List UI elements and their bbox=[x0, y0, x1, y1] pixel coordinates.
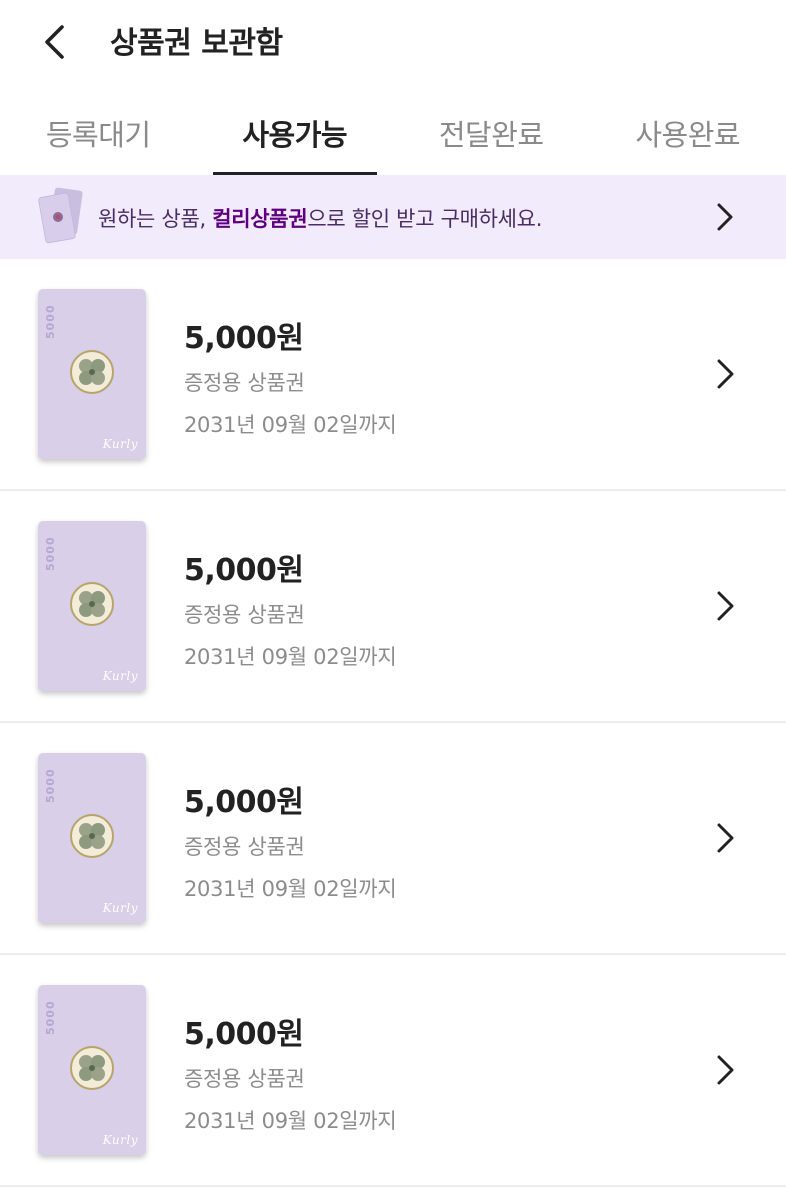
voucher-amount: 5,000원 bbox=[184, 553, 304, 588]
voucher-item[interactable]: 5000 Kurly 5,000원 증정용 상품권 2031년 09월 02일까… bbox=[0, 491, 786, 723]
promo-banner[interactable]: 원하는 상품, 컬리상품권으로 할인 받고 구매하세요. bbox=[0, 175, 786, 259]
tab-transferred[interactable]: 전달완료 bbox=[393, 98, 590, 175]
clover-emblem-icon bbox=[70, 1046, 114, 1090]
card-brand-logo: Kurly bbox=[102, 437, 138, 451]
chevron-right-icon bbox=[717, 203, 733, 231]
voucher-type: 증정용 상품권 bbox=[184, 1067, 305, 1091]
tab-bar: 등록대기 사용가능 전달완료 사용완료 bbox=[0, 98, 786, 175]
card-value-text: 5000 bbox=[44, 768, 57, 803]
voucher-storage-screen: 상품권 보관함 등록대기 사용가능 전달완료 사용완료 원하는 상품, 컬리상품… bbox=[0, 0, 786, 1200]
voucher-card-image: 5000 Kurly bbox=[38, 289, 146, 459]
promo-text-after: 으로 할인 받고 구매하세요. bbox=[307, 207, 543, 231]
voucher-item[interactable]: 5000 Kurly 5,000원 증정용 상품권 2031년 09월 02일까… bbox=[0, 723, 786, 955]
clover-emblem-icon bbox=[70, 582, 114, 626]
tab-available[interactable]: 사용가능 bbox=[197, 98, 394, 175]
promo-text: 원하는 상품, 컬리상품권으로 할인 받고 구매하세요. bbox=[98, 203, 542, 233]
voucher-amount: 5,000원 bbox=[184, 321, 304, 356]
voucher-type: 증정용 상품권 bbox=[184, 371, 305, 395]
chevron-right-icon bbox=[717, 1055, 734, 1085]
voucher-type: 증정용 상품권 bbox=[184, 835, 305, 859]
card-brand-logo: Kurly bbox=[102, 669, 138, 683]
voucher-card-image: 5000 Kurly bbox=[38, 521, 146, 691]
card-value-text: 5000 bbox=[44, 536, 57, 571]
tab-pending[interactable]: 등록대기 bbox=[0, 98, 197, 175]
back-button[interactable] bbox=[30, 20, 80, 64]
voucher-amount: 5,000원 bbox=[184, 785, 304, 820]
chevron-left-icon bbox=[45, 25, 64, 59]
voucher-item[interactable]: 5000 Kurly 5,000원 증정용 상품권 2031년 09월 02일까… bbox=[0, 259, 786, 491]
voucher-list: 5000 Kurly 5,000원 증정용 상품권 2031년 09월 02일까… bbox=[0, 259, 786, 1187]
page-title: 상품권 보관함 bbox=[110, 26, 283, 61]
voucher-card-image: 5000 Kurly bbox=[38, 985, 146, 1155]
voucher-card-image: 5000 Kurly bbox=[38, 753, 146, 923]
chevron-right-icon bbox=[717, 823, 734, 853]
card-value-text: 5000 bbox=[44, 304, 57, 339]
voucher-expiry: 2031년 09월 02일까지 bbox=[184, 645, 397, 669]
promo-text-before: 원하는 상품, bbox=[98, 207, 213, 231]
voucher-expiry: 2031년 09월 02일까지 bbox=[184, 413, 397, 437]
card-brand-logo: Kurly bbox=[102, 901, 138, 915]
card-value-text: 5000 bbox=[44, 1000, 57, 1035]
voucher-item[interactable]: 5000 Kurly 5,000원 증정용 상품권 2031년 09월 02일까… bbox=[0, 955, 786, 1187]
clover-emblem-icon bbox=[70, 350, 114, 394]
voucher-expiry: 2031년 09월 02일까지 bbox=[184, 877, 397, 901]
header: 상품권 보관함 bbox=[0, 0, 786, 86]
voucher-type: 증정용 상품권 bbox=[184, 603, 305, 627]
tab-used[interactable]: 사용완료 bbox=[590, 98, 786, 175]
chevron-right-icon bbox=[717, 591, 734, 621]
voucher-expiry: 2031년 09월 02일까지 bbox=[184, 1109, 397, 1133]
chevron-right-icon bbox=[717, 359, 734, 389]
voucher-amount: 5,000원 bbox=[184, 1017, 304, 1052]
clover-emblem-icon bbox=[70, 814, 114, 858]
promo-text-highlight: 컬리상품권 bbox=[212, 207, 308, 231]
gift-card-stack-icon bbox=[38, 187, 83, 244]
card-brand-logo: Kurly bbox=[102, 1133, 138, 1147]
